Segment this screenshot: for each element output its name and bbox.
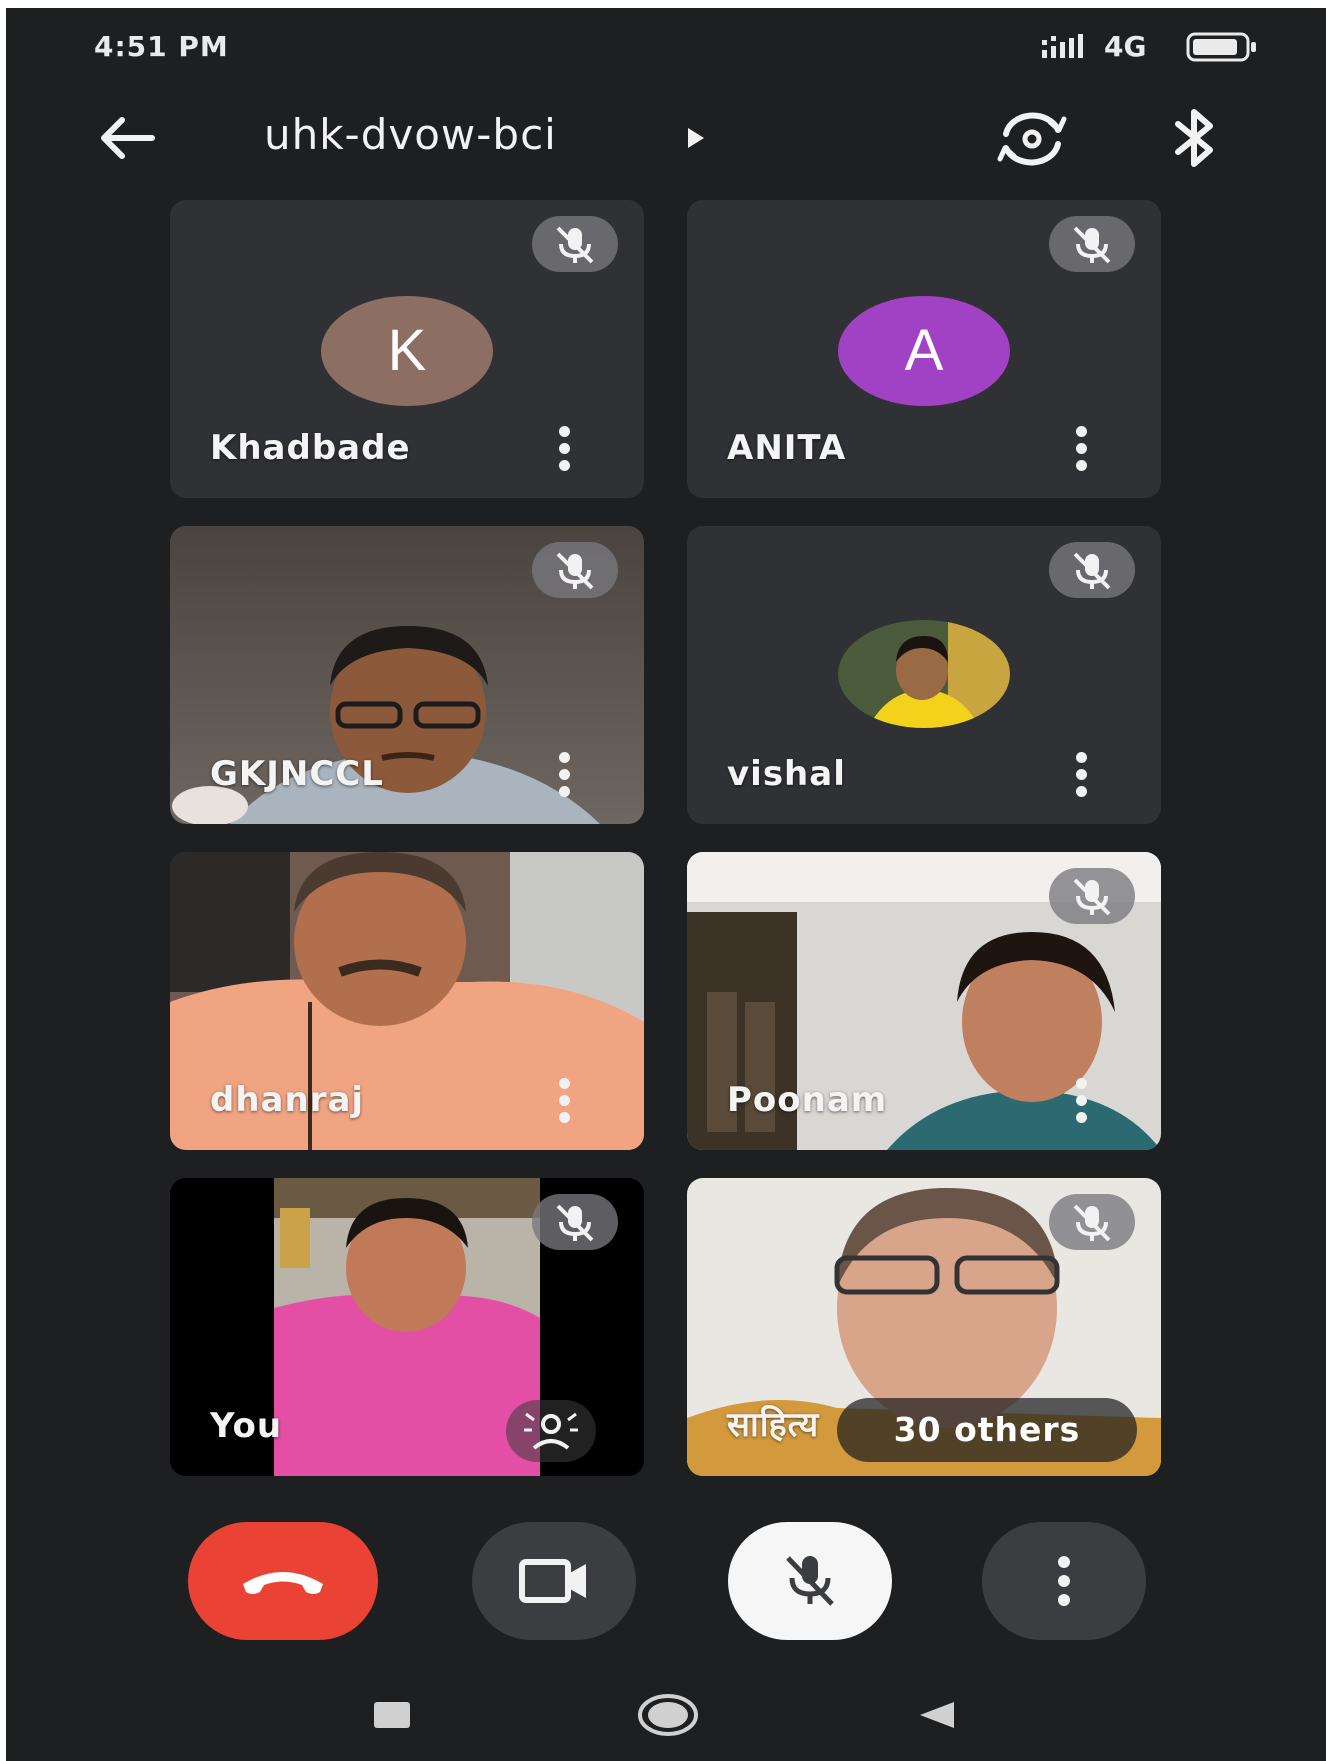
mic-off-icon [556,552,594,590]
participant-menu-icon[interactable] [550,1072,578,1132]
more-options-button[interactable] [982,1522,1146,1640]
more-vert-icon [1058,1556,1070,1606]
mic-off-icon [556,226,594,264]
meeting-header: uhk-dvow-bci [6,100,1326,180]
status-time: 4:51 PM [94,30,229,63]
muted-badge [532,1194,618,1250]
participant-tile[interactable]: GKJNCCL [170,526,644,824]
back-icon[interactable] [916,1700,956,1730]
participant-menu-icon[interactable] [1067,420,1095,480]
system-nav-bar [6,1684,1326,1761]
status-bar: 4:51 PM 4G [6,8,1326,88]
background-effects-icon [524,1412,578,1450]
camera-toggle-button[interactable] [472,1522,636,1640]
participant-menu-icon[interactable] [1067,746,1095,806]
background-effects-button[interactable] [506,1400,596,1462]
mic-off-icon [786,1556,834,1606]
participant-name: Khadbade [210,428,411,468]
switch-camera-icon[interactable] [996,110,1068,168]
muted-badge [1049,868,1135,924]
battery-icon [1186,32,1256,62]
participant-name: You [210,1406,283,1446]
meeting-code[interactable]: uhk-dvow-bci [264,110,557,159]
home-icon[interactable] [636,1692,700,1738]
participant-menu-icon[interactable] [550,420,578,480]
meet-call-screen: 4:51 PM 4G uhk-dvow-bci K Khadbade A ANI… [6,8,1326,1761]
muted-badge [1049,542,1135,598]
participant-tile[interactable]: dhanraj [170,852,644,1150]
participant-name: vishal [727,754,846,794]
muted-badge [532,216,618,272]
participant-tile[interactable]: K Khadbade [170,200,644,498]
muted-badge [1049,216,1135,272]
participant-tile[interactable]: Poonam [687,852,1161,1150]
participant-tile[interactable]: A ANITA [687,200,1161,498]
mic-toggle-button[interactable] [728,1522,892,1640]
participant-name: GKJNCCL [210,754,384,794]
participant-name: Poonam [727,1080,888,1120]
mic-off-icon [556,1204,594,1242]
mic-off-icon [1073,1204,1111,1242]
signal-bars-icon [1042,34,1083,58]
play-triangle-icon[interactable] [686,126,706,150]
avatar: K [321,296,493,406]
muted-badge [532,542,618,598]
mic-off-icon [1073,226,1111,264]
participant-menu-icon[interactable] [550,746,578,806]
mic-off-icon [1073,878,1111,916]
mic-off-icon [1073,552,1111,590]
back-arrow-icon[interactable] [96,116,156,160]
bluetooth-icon[interactable] [1172,108,1218,168]
end-call-button[interactable] [188,1522,378,1640]
participant-name: dhanraj [210,1080,365,1120]
phone-hangup-icon [243,1572,323,1594]
participant-tile[interactable]: vishal [687,526,1161,824]
avatar [838,620,1010,728]
participant-name: ANITA [727,428,847,468]
participant-name: साहित्य [727,1405,820,1445]
avatar: A [838,296,1010,406]
recent-apps-icon[interactable] [372,1700,412,1730]
participant-tile[interactable]: साहित्य 30 others [687,1178,1161,1476]
participant-menu-icon[interactable] [1067,1072,1095,1132]
videocam-icon [519,1559,586,1603]
network-type: 4G [1104,30,1147,63]
others-count-chip[interactable]: 30 others [837,1398,1137,1462]
self-view-tile[interactable]: You [170,1178,644,1476]
muted-badge [1049,1194,1135,1250]
